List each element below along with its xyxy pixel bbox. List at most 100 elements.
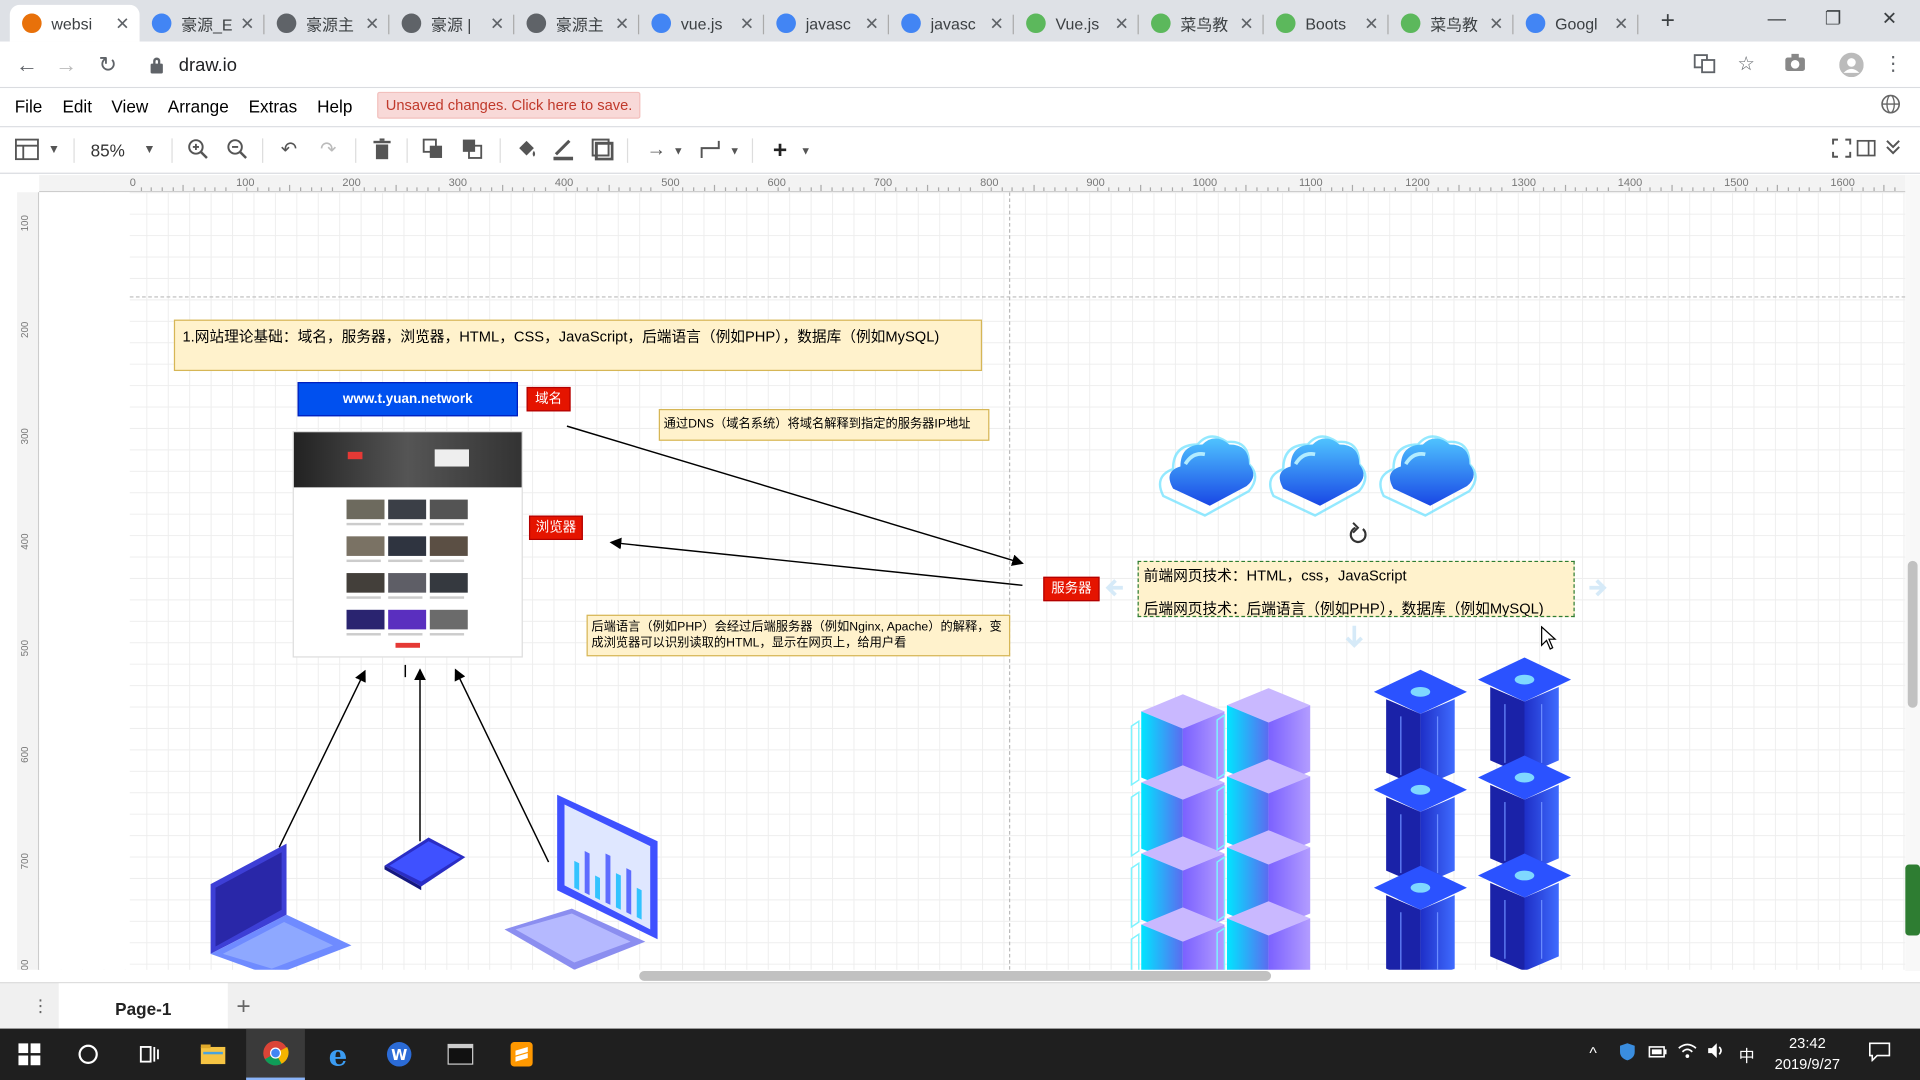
collapse-icon[interactable] (1881, 138, 1905, 162)
tray-chevron-icon[interactable]: ^ (1589, 1043, 1596, 1061)
side-widget[interactable] (1905, 864, 1920, 936)
menu-file[interactable]: File (15, 97, 43, 117)
format-panel-icon[interactable] (15, 138, 39, 162)
insert-plus-icon[interactable]: + (768, 138, 792, 162)
fill-color-icon[interactable] (514, 138, 538, 162)
chrome-taskbar-icon[interactable] (246, 1028, 305, 1080)
unsaved-changes-banner[interactable]: Unsaved changes. Click here to save. (377, 91, 641, 119)
chevron-down-icon[interactable]: ▼ (793, 138, 817, 162)
edge-icon[interactable]: e (309, 1029, 368, 1080)
browser-tab[interactable]: 豪源主 ✕ (514, 5, 640, 42)
minimize-button[interactable]: — (1749, 0, 1805, 42)
browser-tab[interactable]: 豪源主 ✕ (264, 5, 390, 42)
profile-avatar-icon[interactable] (1839, 52, 1864, 78)
menu-help[interactable]: Help (317, 97, 352, 117)
handle-down-icon[interactable] (1345, 625, 1363, 648)
notification-icon[interactable] (1869, 1042, 1891, 1065)
chrome-menu-icon[interactable]: ⋮ (1881, 53, 1905, 77)
tab-close-icon[interactable]: ✕ (737, 13, 757, 34)
back-icon[interactable]: ← (12, 50, 41, 79)
to-back-icon[interactable] (460, 138, 484, 162)
omnibox[interactable]: draw.io (134, 47, 1727, 83)
camera-icon[interactable] (1783, 53, 1807, 77)
forward-icon[interactable]: → (51, 50, 80, 79)
browser-tab[interactable]: 菜鸟教 ✕ (1139, 5, 1264, 42)
fullscreen-icon[interactable] (1829, 138, 1853, 162)
response-arrow[interactable] (609, 537, 1023, 587)
cloud-icon[interactable] (1376, 427, 1479, 518)
globe-icon[interactable] (1878, 94, 1902, 118)
zoom-level[interactable]: 85% (91, 141, 125, 161)
browser-tab[interactable]: Boots ✕ (1264, 5, 1389, 42)
waypoints-icon[interactable] (698, 138, 722, 162)
browser-tab[interactable]: vue.js ✕ (639, 5, 765, 42)
line-color-icon[interactable] (551, 138, 575, 162)
browser-tab[interactable]: Googl ✕ (1513, 5, 1639, 42)
volume-icon[interactable] (1707, 1042, 1727, 1063)
phone-icon[interactable] (382, 835, 468, 891)
tab-close-icon[interactable]: ✕ (612, 13, 632, 34)
tab-close-icon[interactable]: ✕ (1362, 13, 1382, 34)
system-clock[interactable]: 23:42 2019/9/27 (1763, 1033, 1851, 1075)
translate-icon[interactable] (1692, 53, 1716, 77)
tab-close-icon[interactable]: ✕ (238, 13, 258, 34)
menu-arrange[interactable]: Arrange (168, 97, 229, 117)
chevron-down-icon[interactable]: ▼ (42, 138, 66, 162)
security-shield-icon[interactable] (1619, 1042, 1636, 1065)
horizontal-scroll-thumb[interactable] (639, 971, 1272, 981)
toggle-panel-icon[interactable] (1854, 138, 1878, 162)
tab-close-icon[interactable]: ✕ (1237, 13, 1257, 34)
page-tab-page-1[interactable]: Page-1 (58, 983, 228, 1030)
close-window-button[interactable]: ✕ (1861, 0, 1917, 42)
handle-left-icon[interactable] (1105, 579, 1123, 597)
bookmark-star-icon[interactable]: ☆ (1734, 53, 1758, 77)
search-icon[interactable] (59, 1029, 118, 1080)
zoom-out-icon[interactable] (225, 138, 249, 162)
desktop-monitor-icon[interactable] (498, 792, 669, 970)
tab-close-icon[interactable]: ✕ (987, 13, 1007, 34)
shadow-icon[interactable] (590, 138, 614, 162)
delete-icon[interactable] (370, 138, 394, 162)
browser-tab[interactable]: 豪源_E ✕ (140, 5, 265, 42)
tab-close-icon[interactable]: ✕ (1487, 13, 1507, 34)
laptop-arrow[interactable] (278, 669, 366, 848)
ime-indicator[interactable]: 中 (1739, 1043, 1755, 1066)
sublime-text-icon[interactable] (492, 1029, 551, 1080)
handle-right-icon[interactable] (1589, 579, 1607, 597)
purple-server-racks-icon[interactable] (1104, 682, 1337, 970)
terminal-icon[interactable] (431, 1029, 490, 1080)
chevron-down-icon[interactable]: ▼ (722, 138, 746, 162)
browser-tab[interactable]: 豪源 | ✕ (389, 5, 515, 42)
tab-close-icon[interactable]: ✕ (1611, 13, 1631, 34)
menu-extras[interactable]: Extras (249, 97, 298, 117)
add-page-button[interactable]: + (236, 993, 250, 1021)
maximize-button[interactable]: ❐ (1805, 0, 1861, 42)
browser-tab[interactable]: 菜鸟教 ✕ (1389, 5, 1514, 42)
pages-menu-icon[interactable]: ⋮ (32, 996, 49, 1020)
diagram-canvas[interactable]: 1.网站理论基础：域名，服务器，浏览器，HTML，CSS，JavaScript，… (39, 192, 1906, 970)
tab-close-icon[interactable]: ✕ (1112, 13, 1132, 34)
tab-close-icon[interactable]: ✕ (487, 13, 507, 34)
cloud-icon[interactable] (1156, 427, 1259, 518)
blue-pillar-servers-icon[interactable] (1362, 657, 1595, 970)
browser-tab[interactable]: javasc ✕ (764, 5, 889, 42)
redo-icon[interactable]: ↷ (316, 138, 340, 162)
office-word-icon[interactable]: W (370, 1029, 429, 1080)
tab-close-icon[interactable]: ✕ (113, 13, 133, 34)
undo-icon[interactable]: ↶ (277, 138, 301, 162)
cloud-icon[interactable] (1266, 427, 1369, 518)
dns-arrow[interactable] (566, 425, 1024, 566)
zoom-in-icon[interactable] (186, 138, 210, 162)
tab-close-icon[interactable]: ✕ (862, 13, 882, 34)
zoom-dropdown-icon[interactable]: ▼ (137, 138, 161, 162)
file-explorer-icon[interactable] (184, 1029, 243, 1080)
laptop-icon[interactable] (198, 841, 357, 970)
browser-tab[interactable]: websi ✕ (9, 4, 140, 42)
menu-edit[interactable]: Edit (62, 97, 92, 117)
vertical-scrollbar[interactable] (1905, 175, 1920, 972)
windows-start-icon[interactable] (0, 1029, 59, 1080)
new-tab-button[interactable]: + (1653, 7, 1682, 36)
connection-arrow-icon[interactable]: → (644, 138, 668, 162)
chevron-down-icon[interactable]: ▼ (666, 138, 690, 162)
vertical-scroll-thumb[interactable] (1907, 560, 1918, 708)
